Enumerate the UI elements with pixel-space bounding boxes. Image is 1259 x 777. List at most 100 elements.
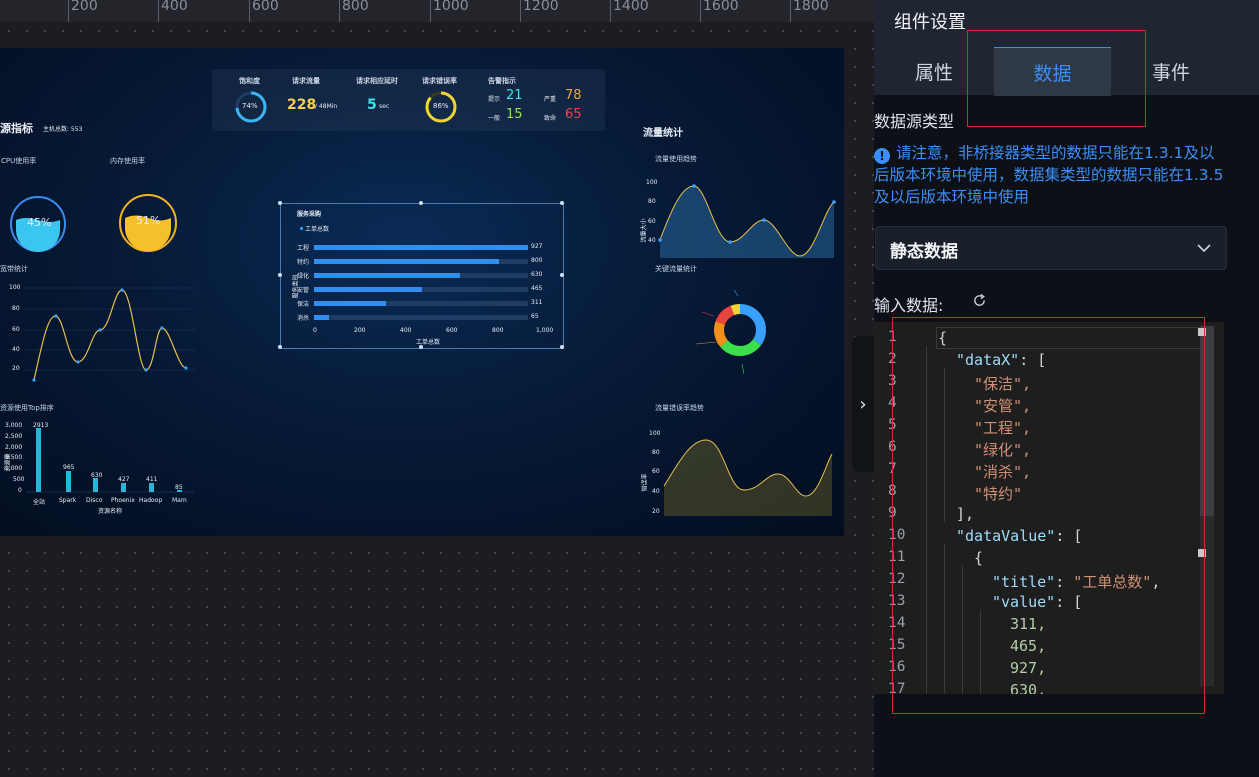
ruler-label: 1600 (703, 0, 739, 14)
top-value-label: 2913 (33, 422, 49, 429)
top-ytick: 2,000 (5, 444, 23, 451)
trend-ytick: 60 (648, 218, 656, 225)
err-ylabel: 错误率 (641, 473, 649, 492)
highlight-box-editor (892, 317, 1205, 714)
error-rate-title: 请求错误率 (422, 77, 457, 85)
requests-title: 请求流量 (292, 77, 320, 85)
ruler-tick (790, 0, 791, 22)
chevron-down-icon (1197, 244, 1211, 253)
top-stats-bar: 饱和度 74% 请求流量 228 / 48Min 请求相应延时 5 sec 请求… (212, 69, 605, 131)
trend-ylabel: 流量大小 (640, 218, 648, 243)
resize-handle[interactable] (560, 201, 564, 205)
service-xtick: 400 (400, 327, 412, 334)
alarm-severe-value: 78 (565, 88, 582, 103)
service-value: 311 (531, 299, 543, 306)
trend-ytick: 80 (648, 198, 656, 205)
latency-unit: sec (379, 103, 390, 110)
service-chart-legend: 工单总数 (305, 226, 330, 233)
bandwidth-line-chart (24, 287, 196, 382)
saturation-value: 74% (242, 102, 258, 110)
panel-collapse-button[interactable]: › (852, 336, 874, 472)
service-xtick: 0 (313, 327, 317, 334)
top-category: Spark (59, 497, 77, 504)
ruler-tick (610, 0, 611, 22)
error-trend-area-chart (663, 439, 833, 516)
latency-title: 请求相应延时 (356, 77, 398, 85)
err-ytick: 100 (649, 430, 661, 437)
component-settings-panel: 组件设置 属性 数据 事件 数据源类型 ! 请注意，非桥接器类型的数据只能在1.3… (874, 0, 1259, 777)
notice-text: 请注意，非桥接器类型的数据只能在1.3.1及以后版本环境中使用，数据集类型的数据… (874, 144, 1224, 206)
service-chart-title: 服务采购 (297, 211, 322, 218)
error-rate-value: 86% (433, 102, 449, 110)
ruler-label: 1200 (523, 0, 559, 14)
host-total: 主机总数: 553 (43, 126, 83, 133)
service-category: 消杀 (297, 315, 310, 322)
service-bar-chart (314, 245, 528, 320)
datasource-type-label: 数据源类型 (874, 112, 955, 131)
chevron-right-icon: › (859, 393, 867, 415)
info-icon: ! (874, 148, 890, 164)
resize-handle[interactable] (560, 273, 564, 277)
alarm-normal-value: 15 (506, 107, 523, 122)
resize-handle[interactable] (278, 273, 282, 277)
top-category: Hadoop (139, 497, 163, 504)
resize-handle[interactable] (278, 345, 282, 349)
top-ytick: 3,000 (5, 422, 23, 429)
error-trend-title: 流量错误率趋势 (655, 404, 704, 412)
traffic-trend-area-chart (658, 184, 836, 258)
input-data-label: 输入数据: (874, 296, 944, 315)
top-value-label: 85 (175, 484, 183, 491)
mem-title: 内存使用率 (110, 157, 145, 165)
dashboard-preview[interactable]: 饱和度 74% 请求流量 228 / 48Min 请求相应延时 5 sec 请求… (0, 48, 844, 536)
bw-ytick: 40 (12, 346, 20, 353)
service-value: 800 (531, 257, 543, 264)
resize-handle[interactable] (278, 201, 282, 205)
resource-section-title: 源指标 (0, 122, 33, 135)
service-xtick: 1,000 (536, 327, 554, 334)
service-category: 保洁 (297, 301, 310, 308)
top-value-label: 411 (146, 476, 158, 483)
resize-handle[interactable] (560, 345, 564, 349)
highlight-box-tab (967, 30, 1146, 127)
datasource-select-value: 静态数据 (890, 242, 958, 262)
key-traffic-donut (695, 289, 766, 375)
ruler-label: 1000 (433, 0, 469, 14)
err-ytick: 40 (652, 488, 660, 495)
requests-unit: / 48Min (315, 103, 338, 110)
ruler-label: 800 (342, 0, 369, 14)
bw-ytick: 20 (12, 365, 20, 372)
cpu-value: 45% (27, 216, 52, 229)
ruler-label: 200 (71, 0, 98, 14)
saturation-title: 饱和度 (239, 77, 260, 85)
err-ytick: 80 (652, 449, 660, 456)
traffic-section-title: 流量统计 (643, 128, 683, 139)
top-category: Phoenix (111, 497, 135, 504)
bw-ytick: 60 (12, 326, 20, 333)
alarm-severe-label: 严重 (544, 96, 557, 103)
top-ruler: 200 400 600 800 1000 1200 1400 1600 1800 (0, 0, 874, 23)
cpu-title: CPU使用率 (1, 157, 37, 165)
top-ytick: 0 (18, 487, 22, 494)
refresh-icon[interactable] (972, 293, 987, 308)
alarm-fatal-value: 65 (565, 107, 582, 122)
legend-dot (300, 227, 303, 230)
ruler-label: 1800 (793, 0, 829, 14)
service-value: 927 (531, 243, 543, 250)
ruler-label: 400 (161, 0, 188, 14)
service-xtick: 800 (492, 327, 504, 334)
ruler-tick (158, 0, 159, 22)
service-category: 特约 (297, 259, 310, 266)
ruler-tick (430, 0, 431, 22)
mem-value: 51% (136, 214, 161, 227)
datasource-select[interactable]: 静态数据 (875, 226, 1227, 270)
top-value-label: 427 (118, 476, 130, 483)
top-ytick: 500 (13, 476, 25, 483)
resize-handle[interactable] (419, 201, 423, 205)
traffic-trend-title: 流量使用趋势 (655, 155, 697, 163)
top-value-label: 965 (63, 464, 75, 471)
trend-ytick: 40 (648, 237, 656, 244)
top-xlabel: 资源名称 (98, 508, 123, 515)
trend-ytick: 100 (646, 179, 658, 186)
ruler-tick (700, 0, 701, 22)
ruler-tick (249, 0, 250, 22)
